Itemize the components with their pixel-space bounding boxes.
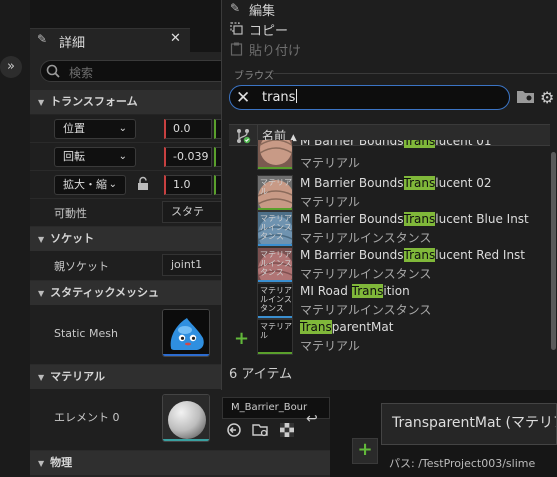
copy-icon: [230, 22, 243, 38]
collapse-triangle-icon: ▼: [38, 235, 45, 244]
details-tab-title: 詳細: [59, 36, 86, 51]
browse-section-header: ブラウズ: [234, 71, 274, 82]
section-divider: [273, 73, 557, 74]
slime-mesh-icon: [163, 310, 209, 356]
asset-thumbnail: マテリアルインスタンス: [257, 211, 293, 247]
gear-icon[interactable]: ⚙: [540, 88, 554, 107]
expand-panel-button[interactable]: »: [0, 56, 22, 78]
scrollbar-thumb[interactable]: [551, 152, 556, 350]
asset-name: M Barrier BoundsTranslucent Blue Inst: [300, 212, 529, 226]
checker-icon[interactable]: [280, 422, 294, 441]
asset-name: M Barrier BoundsTranslucent 01: [300, 140, 492, 148]
asset-row[interactable]: M Barrier BoundsTranslucent 01 マテリアル: [229, 140, 550, 174]
asset-name: M Barrier BoundsTranslucent 02: [300, 176, 492, 190]
clear-search-icon[interactable]: ✕: [236, 87, 250, 109]
details-tab[interactable]: ✎ 詳細 ✕: [30, 28, 190, 52]
lock-icon[interactable]: [136, 176, 150, 196]
asset-row[interactable]: マテリアル M Barrier BoundsTranslucent 02 マテリ…: [229, 175, 550, 211]
details-search-input[interactable]: 検索: [40, 60, 240, 82]
static-mesh-label: Static Mesh: [54, 327, 118, 340]
asset-row[interactable]: マテリアルインスタンス MI Road Transition マテリアルインスタ…: [229, 283, 550, 319]
menu-item-edit[interactable]: 編集: [249, 0, 275, 19]
folder-browse-icon[interactable]: [516, 89, 536, 105]
category-label: スタティックメッシュ: [50, 286, 160, 299]
asset-type: マテリアル: [300, 339, 360, 353]
asset-name: M Barrier BoundsTranslucent Red Inst: [300, 248, 526, 262]
browse-asset-icon[interactable]: [252, 422, 270, 442]
asset-thumbnail: マテリアル: [257, 175, 293, 211]
add-asset-button[interactable]: +: [352, 438, 378, 464]
collapse-triangle-icon: ▼: [38, 459, 45, 468]
parent-socket-label: 親ソケット: [54, 260, 109, 273]
asset-row[interactable]: マテリアルインスタンス M Barrier BoundsTranslucent …: [229, 211, 550, 247]
asset-row[interactable]: マテリアルインスタンス M Barrier BoundsTranslucent …: [229, 247, 550, 283]
material-thumbnail[interactable]: [162, 394, 210, 442]
asset-name: TransparentMat: [300, 320, 394, 334]
category-label: ソケット: [50, 232, 95, 245]
asset-type: マテリアル: [300, 195, 360, 209]
asset-type: マテリアルインスタンス: [300, 303, 432, 317]
asset-thumbnail: マテリアルインスタンス: [257, 283, 293, 319]
scale-mode-dropdown[interactable]: 拡大・縮 ⌄: [54, 175, 126, 195]
category-label: マテリアル: [50, 370, 106, 383]
material-element-row: エレメント 0 M_Barrier_Bour ↩: [30, 389, 330, 451]
paste-icon: [230, 42, 243, 59]
selected-asset-title: TransparentMat (マテリア: [381, 403, 557, 445]
asset-thumbnail: [257, 140, 293, 170]
asset-search-input[interactable]: ✕ trans: [229, 85, 510, 110]
category-label: 物理: [50, 456, 73, 469]
collapse-triangle-icon: ▼: [38, 98, 45, 107]
element0-label: エレメント 0: [54, 411, 120, 424]
menu-item-paste: 貼り付け: [249, 44, 302, 59]
category-label: トランスフォーム: [50, 95, 138, 108]
chevron-down-icon: ⌄: [108, 179, 117, 190]
plus-icon: +: [234, 328, 250, 349]
category-physics[interactable]: ▼ 物理: [30, 451, 330, 475]
reset-arrow-icon[interactable]: ↩: [306, 411, 318, 427]
menu-item-copy[interactable]: コピー: [249, 20, 288, 39]
asset-row[interactable]: マテリアル TransparentMat マテリアル: [229, 319, 550, 355]
static-mesh-thumbnail[interactable]: [162, 309, 210, 357]
asset-name: MI Road Transition: [300, 284, 410, 298]
use-selected-icon[interactable]: [226, 422, 242, 442]
item-count: 6 アイテム: [229, 367, 293, 382]
asset-type: マテリアルインスタンス: [300, 267, 432, 281]
location-mode-dropdown[interactable]: 位置 ⌄: [54, 119, 136, 139]
scale-x-field[interactable]: 1.0: [164, 175, 212, 195]
mobility-label: 可動性: [54, 207, 87, 220]
material-sphere-icon: [163, 395, 209, 441]
collapse-triangle-icon: ▼: [38, 373, 45, 382]
edit-icon: ✎: [230, 1, 241, 15]
asset-thumbnail: マテリアルインスタンス: [257, 247, 293, 283]
search-icon: [46, 64, 60, 81]
chevron-down-icon: ⌄: [118, 123, 127, 134]
collapse-triangle-icon: ▼: [38, 289, 45, 298]
pencil-icon: ✎: [37, 32, 48, 46]
chevron-down-icon: ⌄: [118, 151, 127, 162]
asset-thumbnail: マテリアル: [257, 319, 293, 355]
parent-socket-field[interactable]: joint1: [162, 254, 224, 276]
rotation-mode-dropdown[interactable]: 回転 ⌄: [54, 147, 136, 167]
asset-path-text: パス: /TestProject003/slime: [389, 457, 536, 470]
asset-search-value: trans: [262, 90, 296, 105]
location-x-field[interactable]: 0.0: [164, 119, 212, 139]
asset-type: マテリアルインスタンス: [300, 231, 432, 245]
asset-type: マテリアル: [300, 156, 360, 170]
mobility-static-toggle[interactable]: スタテ: [162, 201, 224, 223]
search-placeholder: 検索: [69, 66, 94, 80]
rotation-x-field[interactable]: -0.039: [164, 147, 212, 167]
close-tab-icon[interactable]: ✕: [170, 31, 181, 46]
